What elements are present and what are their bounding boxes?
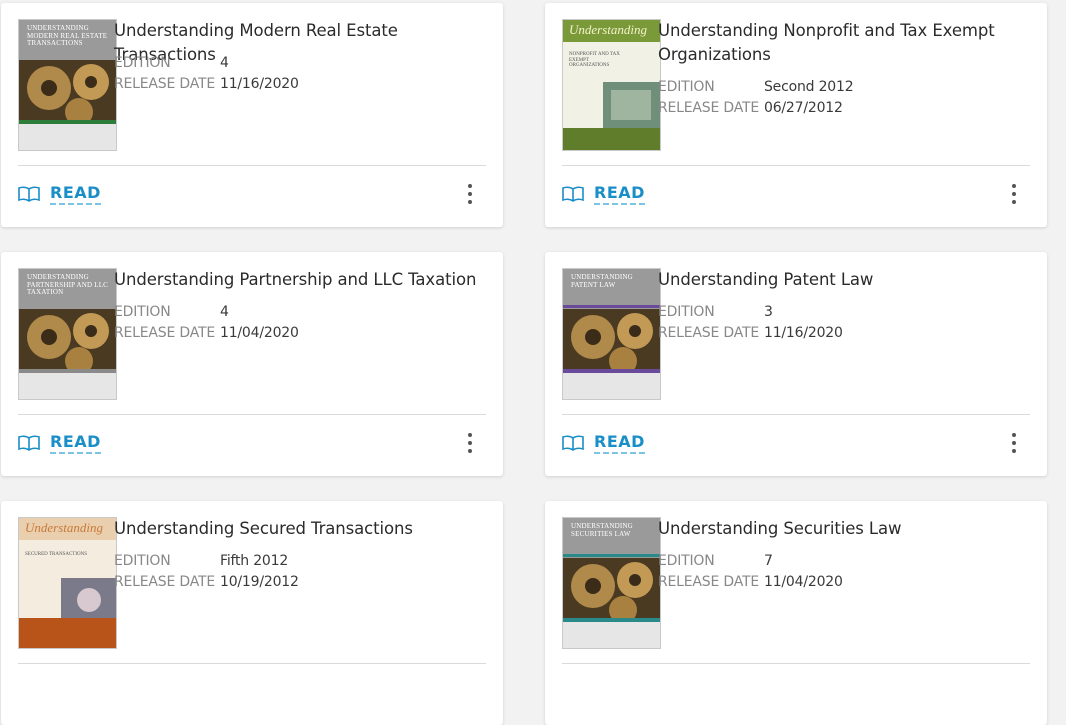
release-date-value: 11/04/2020	[764, 574, 843, 590]
book-cover-gears[interactable]: Understanding Partnership and LLC Taxati…	[18, 268, 117, 400]
book-cover-gears[interactable]: Understanding Securities Law	[562, 517, 661, 649]
release-date-row: RELEASE DATE 11/16/2020	[114, 74, 299, 95]
more-options-icon[interactable]	[464, 432, 476, 454]
release-date-value: 11/04/2020	[220, 325, 299, 341]
open-book-icon	[562, 435, 584, 451]
edition-row: EDITION Second 2012	[658, 77, 854, 98]
book-cover-gears[interactable]: Understanding Modern Real Estate Transac…	[18, 19, 117, 151]
divider	[562, 414, 1030, 415]
release-date-row: RELEASE DATE 10/19/2012	[114, 572, 299, 593]
release-date-label: RELEASE DATE	[114, 76, 216, 92]
book-title[interactable]: Understanding Patent Law	[658, 268, 1038, 292]
edition-value: 4	[220, 304, 229, 320]
divider	[18, 414, 486, 415]
edition-row: EDITION 4	[114, 302, 229, 323]
open-book-icon	[18, 186, 40, 202]
open-book-icon	[562, 186, 584, 202]
release-date-label: RELEASE DATE	[658, 100, 760, 116]
edition-label: EDITION	[658, 553, 715, 569]
book-title[interactable]: Understanding Partnership and LLC Taxati…	[114, 268, 494, 292]
release-date-row: RELEASE DATE 06/27/2012	[658, 98, 843, 119]
book-card: Understanding Nonprofit and Tax Exempt O…	[545, 3, 1047, 227]
cover-text: Secured Transactions	[25, 552, 87, 557]
book-card: Understanding Patent Law Understanding P…	[545, 252, 1047, 476]
release-date-label: RELEASE DATE	[114, 325, 216, 341]
release-date-label: RELEASE DATE	[658, 574, 760, 590]
edition-label: EDITION	[114, 304, 171, 320]
release-date-value: 06/27/2012	[764, 100, 843, 116]
read-button[interactable]: READ	[18, 432, 101, 454]
edition-value: 7	[764, 553, 773, 569]
cover-image	[19, 518, 116, 648]
read-label: READ	[594, 183, 645, 205]
release-date-value: 10/19/2012	[220, 574, 299, 590]
read-button[interactable]: READ	[562, 432, 645, 454]
cover-text: Nonprofit and Tax Exempt Organizations	[569, 52, 620, 68]
book-card: Understanding Securities Law Understandi…	[545, 501, 1047, 725]
divider	[562, 165, 1030, 166]
book-card: Understanding Modern Real Estate Transac…	[1, 3, 503, 227]
edition-label: EDITION	[114, 55, 171, 71]
edition-value: 4	[220, 55, 229, 71]
edition-row: EDITION 4	[114, 53, 229, 74]
edition-value: Fifth 2012	[220, 553, 289, 569]
edition-row: EDITION 7	[658, 551, 773, 572]
release-date-row: RELEASE DATE 11/16/2020	[658, 323, 843, 344]
book-title[interactable]: Understanding Securities Law	[658, 517, 1038, 541]
edition-row: EDITION 3	[658, 302, 773, 323]
release-date-value: 11/16/2020	[220, 76, 299, 92]
release-date-label: RELEASE DATE	[658, 325, 760, 341]
cover-text: Understanding Securities Law	[571, 522, 633, 538]
cover-script: Understanding	[569, 22, 647, 37]
more-options-icon[interactable]	[1008, 432, 1020, 454]
read-button[interactable]: READ	[18, 183, 101, 205]
release-date-row: RELEASE DATE 11/04/2020	[658, 572, 843, 593]
cover-text: Understanding Patent Law	[571, 273, 633, 289]
book-cover-orange[interactable]: Understanding Secured Transactions	[18, 517, 117, 649]
cover-image	[563, 20, 660, 150]
more-options-icon[interactable]	[464, 183, 476, 205]
book-title[interactable]: Understanding Secured Transactions	[114, 517, 494, 541]
book-card: Understanding Partnership and LLC Taxati…	[1, 252, 503, 476]
divider	[562, 663, 1030, 664]
book-cover-green[interactable]: Understanding Nonprofit and Tax Exempt O…	[562, 19, 661, 151]
release-date-row: RELEASE DATE 11/04/2020	[114, 323, 299, 344]
release-date-value: 11/16/2020	[764, 325, 843, 341]
read-label: READ	[594, 432, 645, 454]
edition-label: EDITION	[658, 79, 715, 95]
divider	[18, 165, 486, 166]
book-card: Understanding Secured Transactions Under…	[1, 501, 503, 725]
edition-value: Second 2012	[764, 79, 854, 95]
cover-script: Understanding	[25, 520, 103, 535]
read-button[interactable]: READ	[562, 183, 645, 205]
more-options-icon[interactable]	[1008, 183, 1020, 205]
edition-value: 3	[764, 304, 773, 320]
book-cover-gears[interactable]: Understanding Patent Law	[562, 268, 661, 400]
read-label: READ	[50, 183, 101, 205]
read-label: READ	[50, 432, 101, 454]
cover-text: Understanding Partnership and LLC Taxati…	[27, 273, 109, 296]
cover-text: Understanding Modern Real Estate Transac…	[27, 24, 108, 47]
edition-row: EDITION Fifth 2012	[114, 551, 288, 572]
book-title[interactable]: Understanding Nonprofit and Tax Exempt O…	[658, 19, 1038, 67]
edition-label: EDITION	[114, 553, 171, 569]
divider	[18, 663, 486, 664]
open-book-icon	[18, 435, 40, 451]
edition-label: EDITION	[658, 304, 715, 320]
release-date-label: RELEASE DATE	[114, 574, 216, 590]
